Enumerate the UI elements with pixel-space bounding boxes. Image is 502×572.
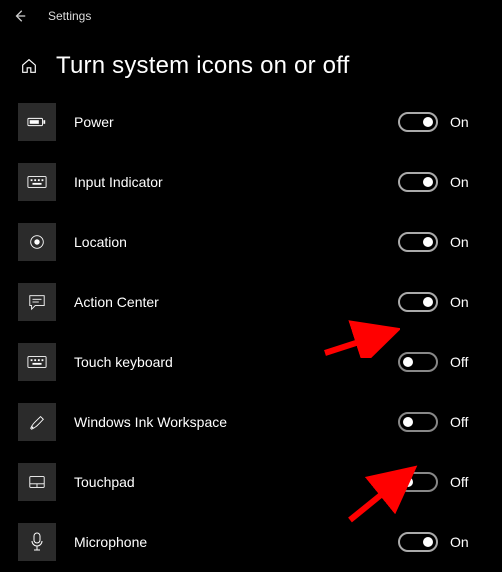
row-power: Power On: [18, 92, 484, 152]
toggle-state: On: [450, 174, 484, 190]
power-icon-box: [18, 103, 56, 141]
touchpad-icon-box: [18, 463, 56, 501]
home-icon: [20, 57, 38, 75]
input-indicator-icon-box: [18, 163, 56, 201]
toggle-microphone[interactable]: [398, 532, 438, 552]
window-title: Settings: [48, 9, 91, 23]
action-center-icon: [28, 293, 46, 311]
ink-workspace-icon-box: [18, 403, 56, 441]
toggle-state: Off: [450, 354, 484, 370]
toggle-location[interactable]: [398, 232, 438, 252]
row-label: Windows Ink Workspace: [74, 414, 398, 430]
touch-keyboard-icon-box: [18, 343, 56, 381]
toggle-action-center[interactable]: [398, 292, 438, 312]
row-touch-keyboard: Touch keyboard Off: [18, 332, 484, 392]
location-icon-box: [18, 223, 56, 261]
toggle-state: On: [450, 234, 484, 250]
row-label: Input Indicator: [74, 174, 398, 190]
row-label: Location: [74, 234, 398, 250]
toggle-state: Off: [450, 414, 484, 430]
row-ink-workspace: Windows Ink Workspace Off: [18, 392, 484, 452]
row-label: Touch keyboard: [74, 354, 398, 370]
row-label: Touchpad: [74, 474, 398, 490]
action-center-icon-box: [18, 283, 56, 321]
page-header: Turn system icons on or off: [0, 32, 502, 92]
toggle-touchpad[interactable]: [398, 472, 438, 492]
pen-icon: [28, 413, 46, 431]
toggle-touch-keyboard[interactable]: [398, 352, 438, 372]
toggle-state: Off: [450, 474, 484, 490]
titlebar: Settings: [0, 0, 502, 32]
home-button[interactable]: [18, 55, 40, 77]
toggle-ink-workspace[interactable]: [398, 412, 438, 432]
page-title: Turn system icons on or off: [56, 52, 350, 80]
row-label: Power: [74, 114, 398, 130]
toggle-state: On: [450, 294, 484, 310]
row-touchpad: Touchpad Off: [18, 452, 484, 512]
row-action-center: Action Center On: [18, 272, 484, 332]
back-button[interactable]: [10, 6, 30, 26]
row-label: Microphone: [74, 534, 398, 550]
arrow-left-icon: [13, 9, 27, 23]
microphone-icon: [30, 532, 44, 552]
toggle-input-indicator[interactable]: [398, 172, 438, 192]
toggle-power[interactable]: [398, 112, 438, 132]
touch-keyboard-icon: [27, 355, 47, 369]
touchpad-icon: [28, 474, 46, 490]
toggle-state: On: [450, 114, 484, 130]
microphone-icon-box: [18, 523, 56, 561]
row-microphone: Microphone On: [18, 512, 484, 572]
settings-list: Power On Input Indicator On Location On …: [0, 92, 502, 572]
location-icon: [28, 233, 46, 251]
row-label: Action Center: [74, 294, 398, 310]
keyboard-icon: [27, 175, 47, 189]
power-icon: [27, 115, 47, 129]
toggle-state: On: [450, 534, 484, 550]
row-location: Location On: [18, 212, 484, 272]
row-input-indicator: Input Indicator On: [18, 152, 484, 212]
